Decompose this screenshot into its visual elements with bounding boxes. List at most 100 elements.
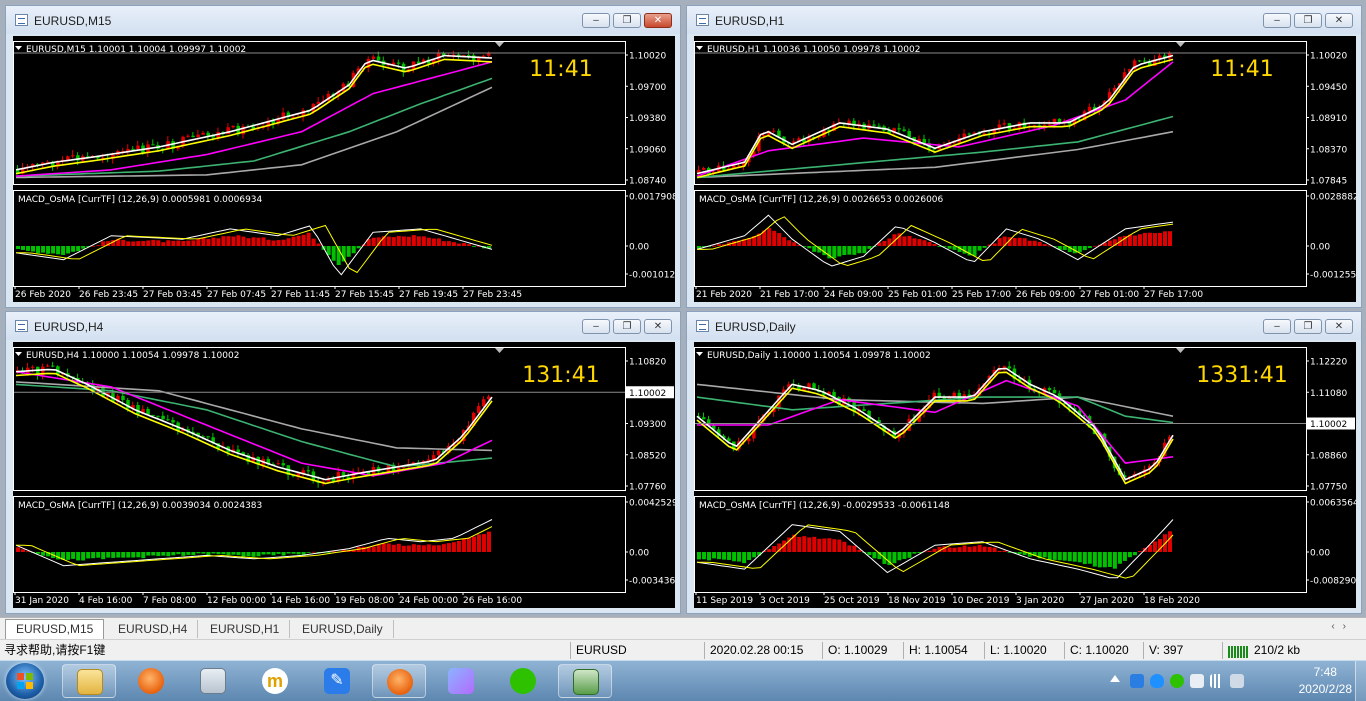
macd-bar [346,246,351,257]
macd-bar [231,236,236,246]
chart-window-h4[interactable]: EURUSD,H4 – ❐ ✕ EURUSD,H4 1.10000 1.1005… [5,311,681,614]
candle-body [1002,123,1007,125]
macd-bar [712,552,717,559]
macd-bar [867,552,872,556]
macd-bar [1127,552,1132,558]
candle-body [231,125,235,128]
m-logo-icon: m [262,668,288,694]
macd-bar [812,246,817,252]
candle-body [967,133,972,135]
macd-bar [1117,552,1122,564]
close-button[interactable]: ✕ [1325,319,1353,334]
window-titlebar[interactable]: EURUSD,M15 – ❐ ✕ [6,6,680,34]
show-desktop-button[interactable] [1355,661,1366,701]
restore-button[interactable]: ❐ [1294,319,1322,334]
chart-canvas[interactable]: EURUSD,H4 1.10000 1.10054 1.09978 1.1000… [13,342,675,608]
close-button[interactable]: ✕ [1325,13,1353,28]
taskbar-app-m[interactable]: m [248,664,302,698]
macd-bar [922,240,927,246]
price-axis-label: 1.08910 [1310,114,1347,124]
taskbar-notes[interactable]: ✎ [310,664,364,698]
tray-expand-icon[interactable] [1110,675,1120,682]
chart-canvas[interactable]: EURUSD,M15 1.10001 1.10004 1.09997 1.100… [13,36,675,302]
macd-bar [852,246,857,255]
taskbar-wechat[interactable] [496,664,550,698]
start-button[interactable] [6,663,44,699]
macd-bar [767,549,772,552]
time-axis-label: 26 Feb 16:00 [463,596,522,606]
tray-shield-icon[interactable] [1150,674,1164,688]
macd-bar [86,552,91,559]
macd-bar [1152,233,1157,246]
macd-bar [361,546,366,552]
macd-bar [386,236,391,246]
macd-bar [441,241,446,246]
taskbar-gallery[interactable] [434,664,488,698]
macd-bar [862,246,867,254]
candle-body [702,417,706,420]
chart-area[interactable]: EURUSD,H1 1.10036 1.10050 1.09978 1.1000… [694,36,1356,302]
macd-bar [997,238,1002,246]
macd-bar [1042,552,1047,558]
macd-bar [16,246,21,250]
macd-axis-label: -0.0012559 [1310,271,1356,281]
tray-volume-icon[interactable] [1230,674,1244,688]
time-axis-label: 27 Feb 19:45 [399,290,458,300]
macd-bar [76,246,81,252]
taskbar-explorer[interactable] [62,664,116,698]
macd-indicator-label: MACD_OsMA [CurrTF] (12,26,9) 0.0026653 0… [699,195,944,205]
macd-bar [176,552,181,555]
candle-body [772,130,776,132]
chart-area[interactable]: EURUSD,H4 1.10000 1.10054 1.09978 1.1000… [13,342,675,608]
tray-network-icon[interactable] [1210,674,1224,688]
tray-pencil-icon[interactable] [1130,674,1144,688]
tab-scroll-arrows[interactable]: ‹› [1331,621,1354,632]
macd-bar [206,239,211,246]
macd-bar [216,238,221,246]
macd-bar [311,551,316,553]
macd-bar [226,552,231,556]
tab-eurusd-m15[interactable]: EURUSD,M15 [5,619,105,640]
macd-indicator-label: MACD_OsMA [CurrTF] (12,26,9) 0.0039034 0… [18,501,262,511]
restore-button[interactable]: ❐ [613,319,641,334]
taskbar-calculator[interactable] [186,664,240,698]
chart-canvas[interactable]: EURUSD,Daily 1.10000 1.10054 1.09978 1.1… [694,342,1356,608]
close-button[interactable]: ✕ [644,13,672,28]
chart-window-m15[interactable]: EURUSD,M15 – ❐ ✕ EURUSD,M15 1.10001 1.10… [5,5,681,308]
macd-bar [456,243,461,246]
tray-device-icon[interactable] [1190,674,1204,688]
chart-area[interactable]: EURUSD,M15 1.10001 1.10004 1.09997 1.100… [13,36,675,302]
minimize-button[interactable]: – [1263,319,1291,334]
candle-body [436,450,441,456]
taskbar-mt4[interactable] [558,664,612,698]
window-titlebar[interactable]: EURUSD,H4 – ❐ ✕ [6,312,680,340]
bar-countdown-clock: 1331:41 [1196,363,1287,388]
chart-window-h1[interactable]: EURUSD,H1 – ❐ ✕ EURUSD,H1 1.10036 1.1005… [686,5,1362,308]
minimize-button[interactable]: – [582,13,610,28]
tray-wechat-icon[interactable] [1170,674,1184,688]
taskbar-clock[interactable]: 7:48 2020/2/28 [1299,664,1352,698]
macd-bar [802,536,807,552]
taskbar-trading-app-1[interactable] [124,664,178,698]
macd-bar [1152,541,1157,552]
macd-bar [927,241,932,246]
close-button[interactable]: ✕ [644,319,672,334]
window-titlebar[interactable]: EURUSD,Daily – ❐ ✕ [687,312,1361,340]
restore-button[interactable]: ❐ [613,13,641,28]
restore-button[interactable]: ❐ [1294,13,1322,28]
tab-eurusd-h1[interactable]: EURUSD,H1 [200,620,291,638]
window-titlebar[interactable]: EURUSD,H1 – ❐ ✕ [687,6,1361,34]
time-axis-label: 27 Feb 03:45 [143,290,202,300]
macd-bar [712,245,717,247]
tab-eurusd-h4[interactable]: EURUSD,H4 [108,620,199,638]
macd-bar [1057,552,1062,561]
tab-eurusd-daily[interactable]: EURUSD,Daily [292,620,394,638]
macd-bar [837,539,842,552]
minimize-button[interactable]: – [1263,13,1291,28]
chart-canvas[interactable]: EURUSD,H1 1.10036 1.10050 1.09978 1.1000… [694,36,1356,302]
chart-window-daily[interactable]: EURUSD,Daily – ❐ ✕ EURUSD,Daily 1.10000 … [686,311,1362,614]
price-axis-label: 1.09380 [629,114,666,124]
chart-area[interactable]: EURUSD,Daily 1.10000 1.10054 1.09978 1.1… [694,342,1356,608]
taskbar-trading-app-2[interactable] [372,664,426,698]
minimize-button[interactable]: – [582,319,610,334]
